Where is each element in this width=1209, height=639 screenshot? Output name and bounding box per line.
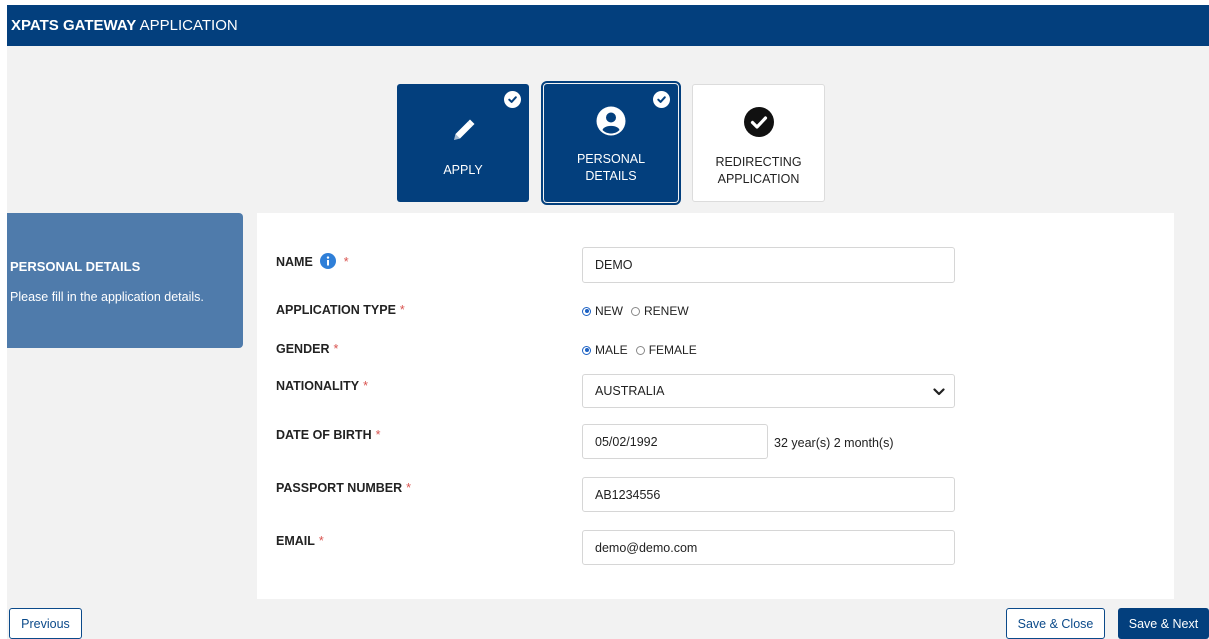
check-circle-icon xyxy=(743,106,775,141)
email-label: EMAIL * xyxy=(276,534,324,548)
step-redirecting-application[interactable]: REDIRECTING APPLICATION xyxy=(692,84,825,202)
application-type-renew-option[interactable]: RENEW xyxy=(631,304,689,318)
radio-label: RENEW xyxy=(644,304,689,318)
age-display: 32 year(s) 2 month(s) xyxy=(774,436,894,450)
step-label-line-1: REDIRECTING xyxy=(715,155,802,169)
nationality-select[interactable]: AUSTRALIA xyxy=(582,374,955,408)
passport-number-input[interactable]: AB1234556 xyxy=(582,477,955,512)
required-asterisk: * xyxy=(318,534,324,548)
passport-number-label: PASSPORT NUMBER * xyxy=(276,481,412,495)
required-asterisk: * xyxy=(406,481,412,495)
step-personal-details[interactable]: PERSONAL DETAILS xyxy=(541,81,681,205)
step-complete-check-icon xyxy=(504,91,521,108)
step-label-line-1: PERSONAL xyxy=(576,152,646,166)
app-title: XPATS GATEWAY APPLICATION xyxy=(11,17,238,34)
required-asterisk: * xyxy=(375,428,381,442)
gender-male-option[interactable]: MALE xyxy=(582,343,628,357)
section-title: PERSONAL DETAILS xyxy=(10,259,141,274)
pencil-icon xyxy=(449,117,477,148)
application-type-label: APPLICATION TYPE * xyxy=(276,303,405,317)
chevron-down-icon xyxy=(933,386,945,400)
name-label: NAME * xyxy=(276,253,349,272)
step-apply[interactable]: APPLY xyxy=(397,84,529,202)
radio-label: NEW xyxy=(595,304,623,318)
section-description: Please fill in the application details. xyxy=(10,290,204,304)
email-value: demo@demo.com xyxy=(595,540,698,555)
nationality-selected-value: AUSTRALIA xyxy=(595,384,665,398)
required-asterisk: * xyxy=(399,303,405,317)
step-label: APPLY xyxy=(443,163,483,177)
nationality-label: NATIONALITY * xyxy=(276,379,368,393)
gender-radio-group: MALE FEMALE xyxy=(582,343,705,357)
name-input[interactable]: DEMO xyxy=(582,247,955,283)
radio-button[interactable] xyxy=(631,306,640,316)
gender-label: GENDER * xyxy=(276,342,339,356)
application-type-new-option[interactable]: NEW xyxy=(582,304,623,318)
name-input-value: DEMO xyxy=(595,258,633,272)
user-circle-icon xyxy=(595,105,627,140)
required-asterisk: * xyxy=(343,255,349,269)
required-asterisk: * xyxy=(333,342,339,356)
gender-female-option[interactable]: FEMALE xyxy=(635,343,697,357)
email-input[interactable]: demo@demo.com xyxy=(582,530,955,565)
date-of-birth-value: 05/02/1992 xyxy=(595,434,658,449)
step-complete-check-icon xyxy=(653,91,670,108)
date-of-birth-label: DATE OF BIRTH * xyxy=(276,428,381,442)
radio-label: MALE xyxy=(595,343,628,357)
previous-button[interactable]: Previous xyxy=(9,608,82,639)
radio-label: FEMALE xyxy=(648,343,697,357)
radio-button-selected[interactable] xyxy=(582,345,591,355)
save-and-close-button[interactable]: Save & Close xyxy=(1006,608,1105,639)
radio-button-selected[interactable] xyxy=(582,306,591,316)
section-info-panel: PERSONAL DETAILS Please fill in the appl… xyxy=(7,213,243,348)
save-and-next-button[interactable]: Save & Next xyxy=(1118,608,1209,639)
app-header: XPATS GATEWAY APPLICATION xyxy=(7,5,1209,46)
date-of-birth-input[interactable]: 05/02/1992 xyxy=(582,424,768,459)
application-type-radio-group: NEW RENEW xyxy=(582,304,697,318)
step-label-line-2: DETAILS xyxy=(585,169,637,183)
info-icon[interactable] xyxy=(320,253,337,272)
passport-number-value: AB1234556 xyxy=(595,487,661,502)
step-label-line-2: APPLICATION xyxy=(717,172,800,186)
required-asterisk: * xyxy=(363,379,368,393)
radio-button[interactable] xyxy=(635,345,645,355)
